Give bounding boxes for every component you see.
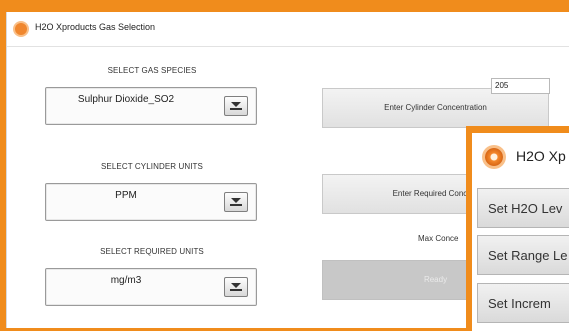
gas-species-dropdown[interactable]: Sulphur Dioxide_SO2 (45, 87, 257, 125)
set-range-level-button[interactable]: Set Range Le (477, 235, 569, 275)
cylinder-units-value: PPM (115, 190, 137, 201)
dropdown-arrow-icon[interactable] (224, 96, 248, 116)
set-h2o-level-button[interactable]: Set H2O Lev (477, 188, 569, 228)
cylinder-units-label: SELECT CYLINDER UNITS (101, 162, 203, 171)
dropdown-arrow-icon[interactable] (224, 192, 248, 212)
gas-species-value: Sulphur Dioxide_SO2 (77, 94, 175, 105)
window-title: H2O Xproducts Gas Selection (35, 22, 156, 32)
required-units-label: SELECT REQUIRED UNITS (100, 247, 204, 256)
title-bar: H2O Xproducts Gas Selection (7, 12, 569, 47)
enter-cylinder-concentration-button[interactable]: Enter Cylinder Concentration (322, 88, 549, 128)
required-units-value: mg/m3 (110, 275, 142, 286)
cylinder-units-dropdown[interactable]: PPM (45, 183, 257, 221)
dropdown-arrow-icon[interactable] (224, 277, 248, 297)
cylinder-concentration-input[interactable]: 205 (491, 78, 550, 94)
set-increment-button[interactable]: Set Increm (477, 283, 569, 323)
app-logo-icon (15, 23, 27, 35)
required-units-dropdown[interactable]: mg/m3 (45, 268, 257, 306)
gas-species-label: SELECT GAS SPECIES (107, 66, 197, 75)
app-logo-icon (485, 148, 503, 166)
h2o-settings-window: H2O Xp Set H2O Lev Set Range Le Set Incr… (472, 133, 569, 331)
max-concentration-label: Max Conce (418, 234, 459, 243)
overlay-title: H2O Xp (516, 148, 566, 164)
h2o-settings-window-frame: H2O Xp Set H2O Lev Set Range Le Set Incr… (466, 126, 569, 331)
